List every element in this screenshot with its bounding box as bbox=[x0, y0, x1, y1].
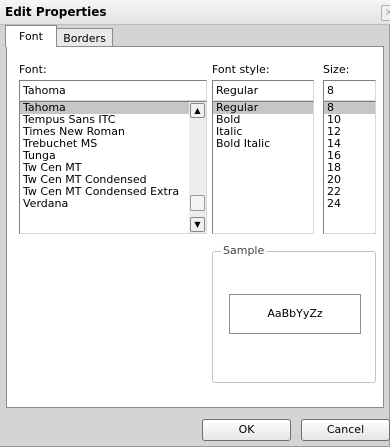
size-list-item[interactable]: 20 bbox=[324, 174, 375, 186]
size-list-item[interactable]: 18 bbox=[324, 162, 375, 174]
tab-borders[interactable]: Borders bbox=[57, 28, 113, 48]
sample-label: Sample bbox=[221, 244, 267, 257]
font-style-list[interactable]: Regular Bold Italic Bold Italic bbox=[212, 101, 314, 234]
font-list[interactable]: Tahoma Tempus Sans ITC Times New Roman Treb… bbox=[19, 101, 207, 234]
sample-group: Sample AaBbYyZz bbox=[212, 244, 376, 383]
size-list-item[interactable]: 22 bbox=[324, 186, 375, 198]
font-label: Font: bbox=[19, 63, 47, 76]
size-list-item[interactable]: 14 bbox=[324, 138, 375, 150]
font-list-scrollbar[interactable]: ▲ ▼ bbox=[189, 102, 206, 233]
size-list-item[interactable]: 24 bbox=[324, 198, 375, 210]
font-list-item[interactable]: Tw Cen MT bbox=[20, 162, 206, 174]
sample-preview: AaBbYyZz bbox=[229, 294, 361, 334]
close-icon[interactable]: × bbox=[381, 5, 390, 21]
font-list-item[interactable]: Verdana bbox=[20, 198, 206, 210]
dialog-title: Edit Properties bbox=[5, 5, 107, 19]
font-list-item[interactable]: Tempus Sans ITC bbox=[20, 114, 206, 126]
font-input[interactable]: Tahoma bbox=[19, 80, 207, 101]
cancel-button[interactable]: Cancel bbox=[301, 419, 390, 441]
font-list-item[interactable]: Tw Cen MT Condensed Extra bbox=[20, 186, 206, 198]
size-label: Size: bbox=[323, 63, 350, 76]
tab-font[interactable]: Font bbox=[5, 25, 57, 47]
ok-button[interactable]: OK bbox=[202, 419, 291, 441]
font-style-list-item[interactable]: Bold Italic bbox=[213, 138, 313, 150]
font-list-item[interactable]: Trebuchet MS bbox=[20, 138, 206, 150]
size-list-item[interactable]: 16 bbox=[324, 150, 375, 162]
scroll-thumb[interactable] bbox=[190, 195, 205, 211]
font-tab-panel: Font: Tahoma Tahoma Tempus Sans ITC Times … bbox=[6, 46, 384, 408]
size-list-item[interactable]: 12 bbox=[324, 126, 375, 138]
scroll-up-icon[interactable]: ▲ bbox=[190, 103, 205, 118]
font-style-list-item[interactable]: Bold bbox=[213, 114, 313, 126]
size-list-item[interactable]: 10 bbox=[324, 114, 375, 126]
title-bar[interactable]: Edit Properties × bbox=[0, 0, 390, 25]
font-list-item[interactable]: Tahoma bbox=[20, 102, 206, 114]
size-list[interactable]: 8 10 12 14 16 18 20 22 24 bbox=[323, 101, 376, 234]
font-style-list-item[interactable]: Regular bbox=[213, 102, 313, 114]
font-style-label: Font style: bbox=[212, 63, 270, 76]
scroll-down-icon[interactable]: ▼ bbox=[190, 217, 205, 232]
size-list-item[interactable]: 8 bbox=[324, 102, 375, 114]
font-list-item[interactable]: Tunga bbox=[20, 150, 206, 162]
edit-properties-dialog: Edit Properties × Font Borders Font: Tah… bbox=[0, 0, 390, 447]
font-list-item[interactable]: Times New Roman bbox=[20, 126, 206, 138]
font-style-input[interactable]: Regular bbox=[212, 80, 314, 101]
font-style-list-item[interactable]: Italic bbox=[213, 126, 313, 138]
font-list-item[interactable]: Tw Cen MT Condensed bbox=[20, 174, 206, 186]
size-input[interactable]: 8 bbox=[323, 80, 376, 101]
